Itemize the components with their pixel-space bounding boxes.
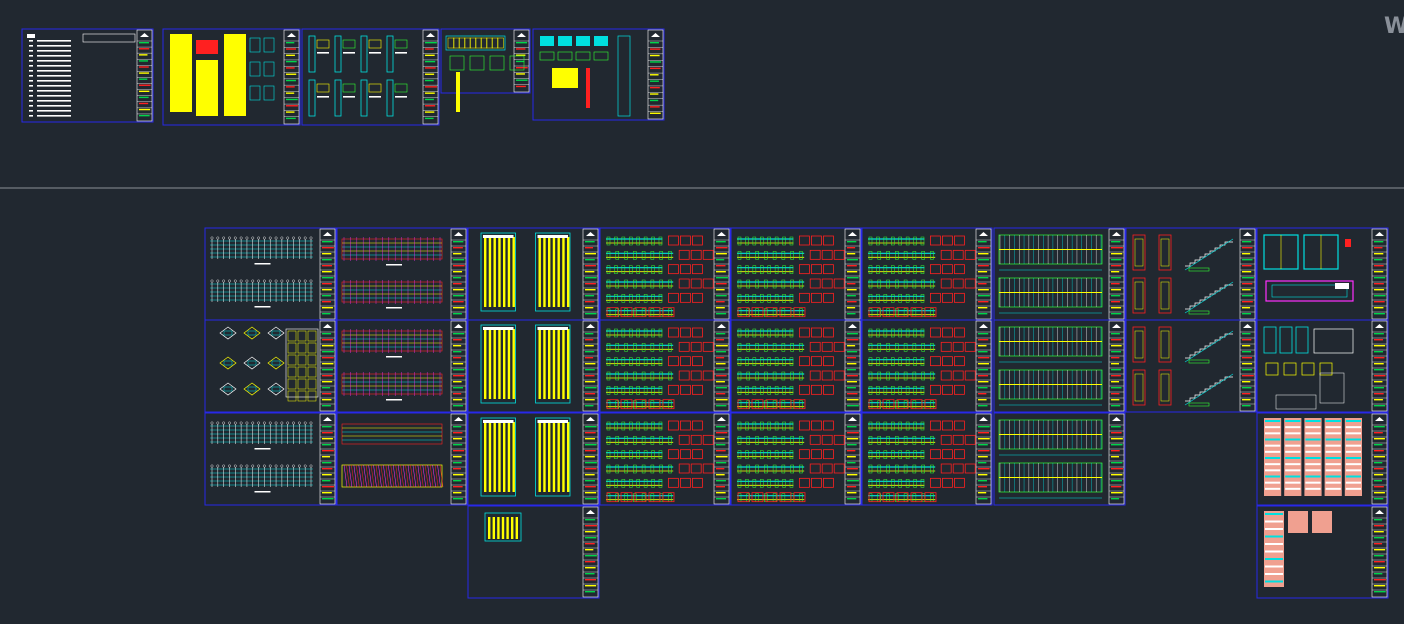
sheet-elevation-1[interactable] [993, 227, 1126, 321]
sheet-drawing-index[interactable] [21, 28, 154, 123]
cad-drawing-canvas[interactable] [0, 0, 1404, 624]
sheet-water-tank-2[interactable] [1256, 319, 1389, 413]
drawing-sheets-layer [21, 28, 1389, 599]
sheet-beam-details-2[interactable] [599, 319, 731, 413]
sheet-pile-details[interactable] [301, 28, 440, 126]
sheet-foundation-details[interactable] [204, 319, 337, 413]
sheet-beam-details-4[interactable] [730, 227, 862, 321]
sheet-rebar-tables-1[interactable] [1256, 412, 1389, 506]
sheet-rebar-tables-2[interactable] [1256, 505, 1389, 599]
sheet-stairs-1[interactable] [1125, 227, 1257, 321]
corner-watermark-text: W [1384, 14, 1404, 39]
sheet-elevation-3[interactable] [993, 412, 1126, 506]
sheet-beam-details-3[interactable] [599, 412, 731, 506]
sheet-column-schedule-2[interactable] [467, 319, 600, 413]
sheet-column-schedule-3[interactable] [467, 412, 600, 506]
sheet-general-notes[interactable] [162, 28, 301, 126]
sheet-column-schedule-1[interactable] [467, 227, 600, 321]
sheet-column-schedule-4[interactable] [467, 505, 600, 599]
sheet-frame-plan-3[interactable] [336, 412, 468, 506]
sheet-misc-details[interactable] [532, 28, 665, 121]
sheet-beam-details-7[interactable] [861, 227, 993, 321]
sheet-grid-plan-2[interactable] [204, 412, 337, 506]
sheet-grid-plan-1[interactable] [204, 227, 337, 321]
sheet-stairs-2[interactable] [1125, 319, 1257, 413]
sheet-frame-plan-2[interactable] [336, 319, 468, 413]
sheet-beam-details-8[interactable] [861, 319, 993, 413]
sheet-beam-details-9[interactable] [861, 412, 993, 506]
sheet-beam-strip[interactable] [440, 28, 531, 112]
sheet-water-tank-1[interactable] [1256, 227, 1389, 321]
sheet-beam-details-5[interactable] [730, 319, 862, 413]
sheet-elevation-2[interactable] [993, 319, 1126, 413]
sheet-frame-plan-1[interactable] [336, 227, 468, 321]
sheet-beam-details-6[interactable] [730, 412, 862, 506]
sheet-beam-details-1[interactable] [599, 227, 731, 321]
